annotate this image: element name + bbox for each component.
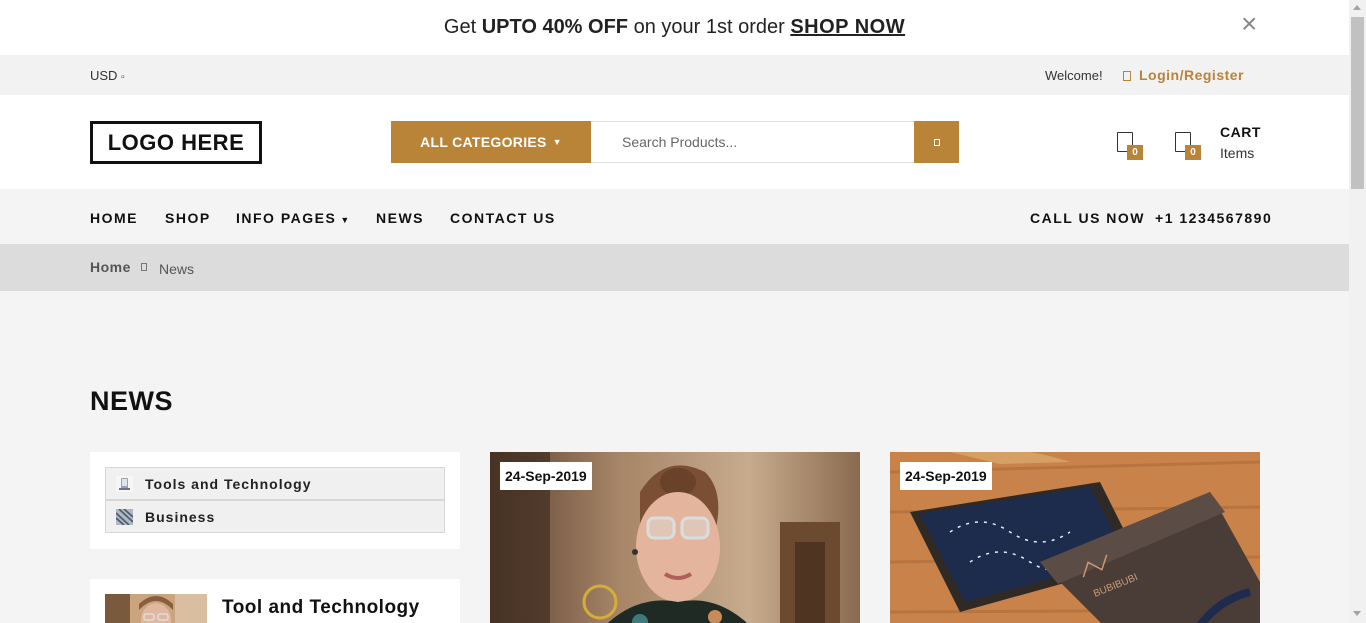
page-title: NEWS bbox=[90, 386, 173, 416]
welcome-text: Welcome! bbox=[1045, 68, 1103, 83]
call-us-label: CALL US NOW bbox=[1030, 210, 1146, 226]
caret-down-icon: ▼ bbox=[552, 137, 562, 147]
close-icon[interactable]: × bbox=[1241, 10, 1257, 38]
phone-number[interactable]: +1 1234567890 bbox=[1155, 210, 1272, 226]
scroll-up-arrow-icon[interactable] bbox=[1353, 5, 1361, 10]
recent-post[interactable]: Tool and Technology bbox=[90, 579, 460, 623]
site-header: LOGO HERE ALL CATEGORIES ▼ 0 0 CART Item… bbox=[0, 95, 1349, 189]
category-thumbnail bbox=[116, 508, 133, 525]
wishlist-button[interactable]: 0 bbox=[1117, 132, 1143, 160]
cart-button[interactable]: 0 bbox=[1175, 132, 1205, 160]
promo-bar: Get UPTO 40% OFF on your 1st order SHOP … bbox=[0, 0, 1349, 55]
login-register-label: Login/Register bbox=[1139, 67, 1245, 83]
scroll-down-arrow-icon[interactable] bbox=[1353, 611, 1361, 616]
breadcrumb: Home News bbox=[0, 244, 1349, 291]
call-us: CALL US NOW +1 1234567890 bbox=[1030, 210, 1272, 226]
all-categories-label: ALL CATEGORIES bbox=[420, 134, 547, 150]
page-scrollbar[interactable] bbox=[1349, 0, 1366, 623]
all-categories-button[interactable]: ALL CATEGORIES ▼ bbox=[391, 121, 591, 163]
news-post-card[interactable]: BUBIBUBI 24-Sep-2019 bbox=[890, 452, 1260, 623]
currency-selector[interactable]: USD ▫ bbox=[90, 68, 125, 83]
recent-post-image bbox=[105, 594, 207, 623]
user-icon bbox=[1123, 71, 1131, 81]
news-post-date: 24-Sep-2019 bbox=[500, 462, 592, 490]
search-icon bbox=[933, 138, 940, 146]
category-label: Tools and Technology bbox=[145, 475, 312, 492]
category-item[interactable]: Business bbox=[105, 500, 445, 533]
cart-count-badge: 0 bbox=[1185, 145, 1201, 160]
currency-label: USD bbox=[90, 68, 118, 83]
shop-now-link[interactable]: SHOP NOW bbox=[790, 16, 905, 38]
wishlist-count-badge: 0 bbox=[1127, 145, 1143, 160]
recent-post-title[interactable]: Tool and Technology bbox=[222, 597, 420, 619]
breadcrumb-current: News bbox=[159, 261, 195, 277]
logo[interactable]: LOGO HERE bbox=[90, 121, 262, 164]
news-post-date: 24-Sep-2019 bbox=[900, 462, 992, 490]
search-button[interactable] bbox=[914, 121, 959, 163]
nav-home[interactable]: HOME bbox=[90, 210, 138, 226]
category-list: Tools and Technology Business bbox=[90, 452, 460, 549]
category-label: Business bbox=[145, 508, 216, 525]
promo-text: Get UPTO 40% OFF on your 1st order SHOP … bbox=[0, 16, 1349, 39]
chevron-down-icon: ▫ bbox=[121, 72, 125, 83]
nav-shop[interactable]: SHOP bbox=[165, 210, 211, 226]
main-nav: HOME SHOP INFO PAGES ▼ NEWS CONTACT US CA… bbox=[0, 189, 1349, 244]
cart-label[interactable]: CART bbox=[1220, 124, 1261, 140]
nav-info-pages-label: INFO PAGES bbox=[236, 210, 337, 226]
caret-down-icon: ▼ bbox=[340, 215, 351, 225]
news-post-card[interactable]: 24-Sep-2019 bbox=[490, 452, 860, 623]
nav-news[interactable]: NEWS bbox=[376, 210, 424, 226]
cart-items-label[interactable]: Items bbox=[1220, 145, 1254, 161]
promo-text-mid: on your 1st order bbox=[628, 16, 791, 38]
search-input[interactable] bbox=[591, 121, 914, 163]
category-thumbnail bbox=[116, 475, 133, 492]
promo-discount: UPTO 40% OFF bbox=[481, 16, 629, 38]
breadcrumb-home[interactable]: Home bbox=[90, 259, 131, 275]
category-item[interactable]: Tools and Technology bbox=[105, 467, 445, 500]
nav-info-pages[interactable]: INFO PAGES ▼ bbox=[236, 210, 351, 226]
chevron-right-icon bbox=[141, 263, 147, 271]
login-register-link[interactable]: Login/Register bbox=[1123, 67, 1244, 83]
nav-contact-us[interactable]: CONTACT US bbox=[450, 210, 556, 226]
recent-post-thumbnail bbox=[105, 594, 207, 623]
promo-text-pre: Get bbox=[443, 16, 482, 38]
top-bar: USD ▫ Welcome! Login/Register bbox=[0, 55, 1349, 95]
scrollbar-thumb[interactable] bbox=[1351, 17, 1364, 189]
